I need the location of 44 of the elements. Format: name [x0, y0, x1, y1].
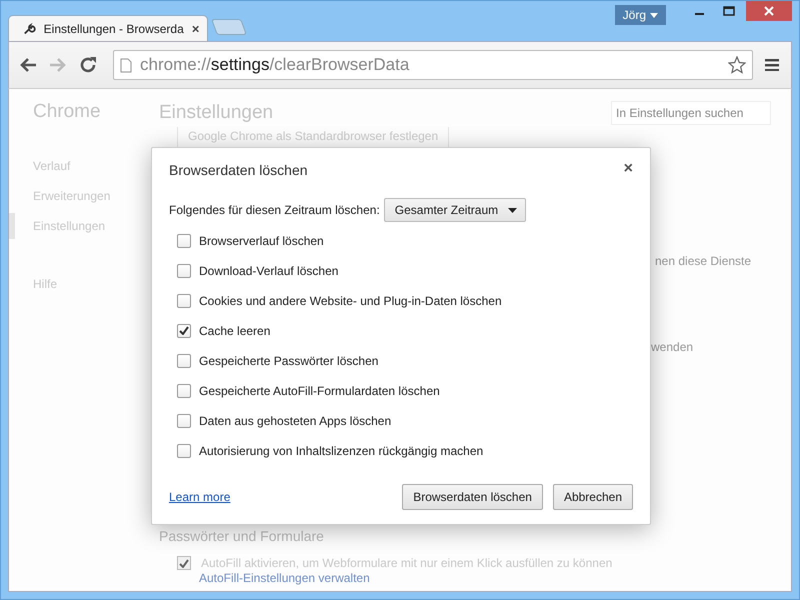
checkbox-label: Cookies und andere Website- und Plug-in-Daten löschen: [199, 294, 502, 308]
wrench-icon: [23, 22, 36, 36]
close-icon[interactable]: [192, 24, 199, 32]
checkbox[interactable]: [177, 294, 191, 308]
browser-tab[interactable]: Einstellungen - Browserda: [8, 15, 208, 41]
search-field[interactable]: In Einstellungen suchen: [611, 101, 771, 125]
url-text: chrome://settings/clearBrowserData: [140, 55, 410, 75]
setting-text: wenden: [651, 340, 694, 354]
checkbox[interactable]: [177, 264, 191, 278]
address-bar[interactable]: chrome://settings/clearBrowserData: [113, 50, 753, 80]
checkbox-label: Gespeicherte AutoFill-Formulardaten löschen: [199, 384, 440, 398]
checkbox-label: Gespeicherte Passwörter löschen: [199, 354, 378, 368]
setting-text: nen diese Dienste: [655, 254, 752, 268]
checkbox[interactable]: [177, 234, 191, 248]
checkbox-label: Download-Verlauf löschen: [199, 264, 338, 278]
checkbox-label: Daten aus gehosteten Apps löschen: [199, 414, 392, 428]
dialog-title: Browserdaten löschen: [169, 162, 308, 178]
learn-more-link[interactable]: Learn more: [169, 490, 392, 504]
clear-data-button[interactable]: Browserdaten löschen: [402, 484, 543, 510]
checkbox[interactable]: [177, 384, 191, 398]
close-button[interactable]: ×: [624, 160, 633, 178]
profile-button[interactable]: Jörg: [614, 5, 666, 25]
range-label: Folgendes für diesen Zeitraum löschen:: [169, 203, 380, 217]
cancel-button[interactable]: Abbrechen: [552, 484, 633, 510]
close-button[interactable]: [746, 1, 792, 21]
checkbox[interactable]: [177, 324, 191, 338]
star-icon[interactable]: [728, 56, 746, 74]
checkbox-label: Cache leeren: [199, 324, 270, 338]
maximize-icon: [723, 6, 735, 16]
time-range-dropdown[interactable]: Gesamter Zeitraum: [384, 198, 526, 222]
checkbox[interactable]: [177, 444, 191, 458]
page-title: Einstellungen: [159, 102, 274, 124]
minimize-icon: [694, 13, 704, 15]
close-icon: [764, 6, 774, 16]
section-title: Passwörter und Formulare: [159, 528, 325, 544]
caret-icon: [508, 208, 518, 212]
checkbox[interactable]: [177, 556, 191, 570]
checkbox[interactable]: [177, 354, 191, 368]
checkbox[interactable]: [177, 414, 191, 428]
caret-icon: [650, 12, 658, 18]
sidebar-title: Chrome: [32, 101, 102, 124]
page-icon: [120, 58, 132, 72]
checkbox-label: Autorisierung von Inhaltslizenzen rückgängig machen: [199, 444, 484, 458]
checkbox-label: Browserverlauf löschen: [199, 234, 324, 248]
